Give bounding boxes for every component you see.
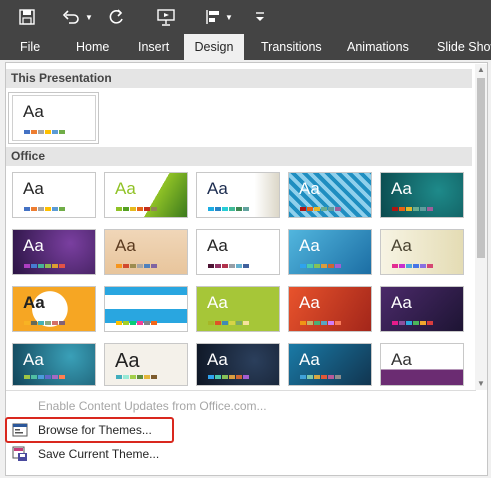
tab-slide-show[interactable]: Slide Show — [437, 34, 491, 60]
theme-integral[interactable]: Aa — [196, 172, 280, 218]
theme-parcel[interactable]: Aa — [104, 229, 188, 275]
tab-file[interactable]: File — [20, 34, 40, 60]
save-theme-icon — [12, 446, 28, 462]
theme-damask[interactable]: Aa — [12, 343, 96, 386]
save-icon[interactable] — [16, 7, 38, 27]
theme-current[interactable]: Aa — [12, 95, 96, 141]
tab-design[interactable]: Design — [184, 34, 244, 60]
theme-badge[interactable]: Aa — [12, 286, 96, 332]
theme-basis[interactable]: Aa — [196, 286, 280, 332]
undo-icon[interactable] — [60, 7, 82, 27]
theme-ion[interactable]: Aa — [380, 172, 464, 218]
theme-wisp[interactable]: Aa — [380, 229, 464, 275]
browse-themes-highlight — [5, 417, 174, 443]
theme-depth[interactable]: Aa — [104, 343, 188, 386]
theme-banded[interactable]: Aa — [104, 286, 188, 332]
section-office: Office — [6, 147, 472, 166]
section-this-presentation: This Presentation — [6, 69, 472, 88]
theme-facet[interactable]: Aa — [104, 172, 188, 218]
tab-transitions[interactable]: Transitions — [261, 34, 322, 60]
scroll-down-icon[interactable]: ▼ — [475, 378, 487, 390]
menu-divider — [6, 390, 476, 391]
theme-frame[interactable]: Aa — [288, 343, 372, 386]
present-from-start-icon[interactable] — [154, 7, 178, 27]
save-current-theme-item[interactable]: Save Current Theme... — [6, 443, 476, 465]
enable-content-updates-item: Enable Content Updates from Office.com..… — [38, 399, 267, 413]
customize-qat-icon[interactable] — [254, 7, 266, 27]
theme-gallery[interactable]: Aa — [380, 343, 464, 386]
tab-insert[interactable]: Insert — [138, 34, 169, 60]
theme-berlin[interactable]: Aa — [288, 286, 372, 332]
theme-office[interactable]: Aa — [12, 172, 96, 218]
scroll-up-icon[interactable]: ▲ — [475, 64, 487, 76]
theme-circuit[interactable]: Aa — [380, 286, 464, 332]
gallery-scrollbar[interactable]: ▲ ▼ — [475, 64, 487, 390]
theme-celestial[interactable]: Aa — [12, 229, 96, 275]
arrange-dropdown-icon[interactable]: ▼ — [224, 7, 234, 27]
arrange-icon[interactable] — [202, 7, 224, 27]
redo-icon[interactable] — [106, 7, 128, 27]
theme-ion-boardroom[interactable]: Aa — [288, 172, 372, 218]
scrollbar-thumb[interactable] — [477, 78, 485, 258]
quick-access-toolbar: ▼ ▼ — [0, 0, 491, 34]
theme-sample-text: Aa — [23, 102, 44, 121]
theme-dividend[interactable]: Aa — [196, 229, 280, 275]
theme-droplet[interactable]: Aa — [196, 343, 280, 386]
ribbon-tabs: File Home Insert Design Transitions Anim… — [0, 34, 491, 60]
tab-home[interactable]: Home — [76, 34, 109, 60]
undo-dropdown-icon[interactable]: ▼ — [84, 7, 94, 27]
theme-wisp-blue[interactable]: Aa — [288, 229, 372, 275]
tab-animations[interactable]: Animations — [347, 34, 409, 60]
